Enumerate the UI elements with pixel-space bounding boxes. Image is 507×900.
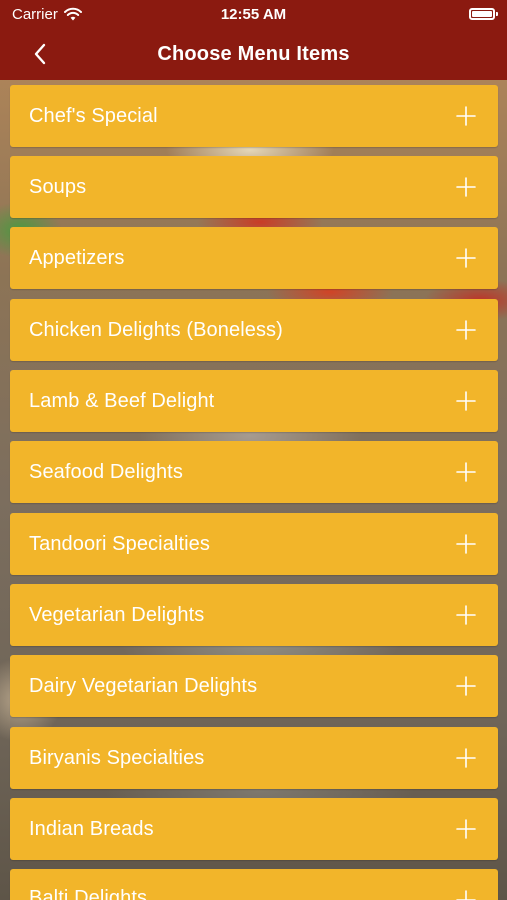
menu-item-seafood-delights[interactable]: Seafood Delights [10,441,498,503]
menu-item-label: Vegetarian Delights [29,603,205,626]
menu-item-biryanis-specialties[interactable]: Biryanis Specialties [10,727,498,789]
menu-item-label: Balti Delights [29,887,148,900]
plus-icon[interactable] [456,605,476,625]
menu-item-label: Lamb & Beef Delight [29,389,215,412]
plus-icon[interactable] [456,676,476,696]
plus-icon[interactable] [456,177,476,197]
carrier-label: Carrier [12,5,58,23]
wifi-icon [63,7,82,21]
menu-item-dairy-vegetarian-delights[interactable]: Dairy Vegetarian Delights [10,655,498,717]
menu-item-label: Chicken Delights (Boneless) [29,318,283,341]
menu-item-lamb-beef-delight[interactable]: Lamb & Beef Delight [10,370,498,432]
menu-item-balti-delights[interactable]: Balti Delights [10,869,498,900]
chevron-left-icon [34,43,46,65]
menu-item-label: Indian Breads [29,817,154,840]
menu-item-label: Soups [29,175,87,198]
status-bar: Carrier 12:55 AM [0,0,507,28]
status-left: Carrier [12,6,82,23]
menu-item-chicken-delights[interactable]: Chicken Delights (Boneless) [10,299,498,361]
menu-item-appetizers[interactable]: Appetizers [10,227,498,289]
plus-icon[interactable] [456,819,476,839]
plus-icon[interactable] [456,106,476,126]
menu-item-label: Chef's Special [29,104,158,127]
menu-item-indian-breads[interactable]: Indian Breads [10,798,498,860]
menu-item-vegetarian-delights[interactable]: Vegetarian Delights [10,584,498,646]
menu-item-tandoori-specialties[interactable]: Tandoori Specialties [10,513,498,575]
menu-item-label: Dairy Vegetarian Delights [29,674,258,697]
plus-icon[interactable] [456,748,476,768]
plus-icon[interactable] [456,391,476,411]
menu-item-label: Biryanis Specialties [29,746,205,769]
plus-icon[interactable] [456,534,476,554]
plus-icon[interactable] [456,248,476,268]
plus-icon[interactable] [456,320,476,340]
battery-icon [469,8,498,20]
plus-icon[interactable] [456,890,476,900]
menu-item-label: Tandoori Specialties [29,532,210,555]
menu-item-chefs-special[interactable]: Chef's Special [10,85,498,147]
navigation-bar: Choose Menu Items [0,28,507,80]
menu-item-label: Seafood Delights [29,460,183,483]
page-title: Choose Menu Items [157,42,350,65]
back-button[interactable] [22,38,58,70]
plus-icon[interactable] [456,462,476,482]
menu-item-label: Appetizers [29,246,125,269]
menu-item-soups[interactable]: Soups [10,156,498,218]
